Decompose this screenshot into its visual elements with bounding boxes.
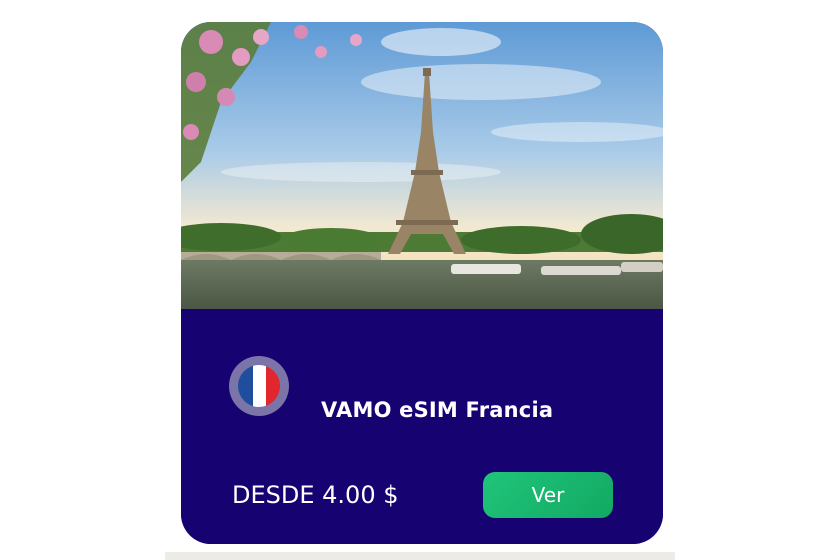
price-label: DESDE 4.00 $ xyxy=(232,481,399,509)
flag-badge xyxy=(229,356,289,416)
bottom-divider xyxy=(165,552,675,560)
view-button[interactable]: Ver xyxy=(483,472,613,518)
france-flag-icon xyxy=(238,365,280,407)
eiffel-tower-photo xyxy=(181,22,663,309)
destination-image xyxy=(181,22,663,309)
product-title: VAMO eSIM Francia xyxy=(321,398,554,422)
product-info: VAMO eSIM Francia DESDE 4.00 $ Ver xyxy=(181,309,663,544)
esim-product-card[interactable]: VAMO eSIM Francia DESDE 4.00 $ Ver xyxy=(181,22,663,544)
page: VAMO eSIM Francia DESDE 4.00 $ Ver xyxy=(0,0,840,560)
